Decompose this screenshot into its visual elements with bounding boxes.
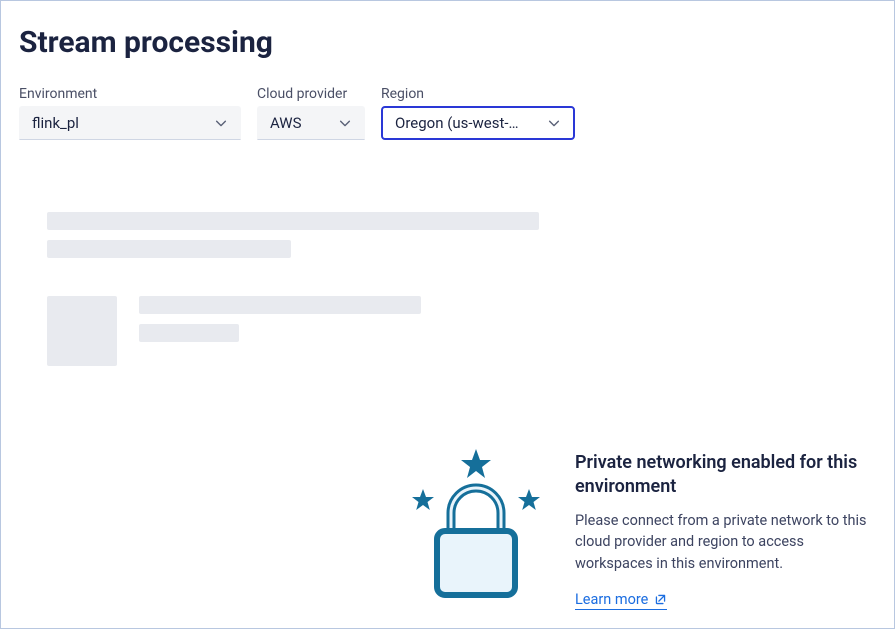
chevron-down-icon <box>547 116 561 130</box>
filter-region-label: Region <box>381 86 575 102</box>
chevron-down-icon <box>214 116 228 130</box>
learn-more-link[interactable]: Learn more <box>575 591 667 610</box>
loading-skeleton <box>1 140 894 366</box>
filter-environment: Environment flink_pl <box>19 86 241 140</box>
skeleton-col <box>139 296 421 366</box>
skeleton-row <box>47 296 894 366</box>
external-link-icon <box>654 593 667 606</box>
skeleton-line <box>139 296 421 314</box>
cloud-provider-select-value: AWS <box>270 114 302 132</box>
region-select-value: Oregon (us-west-… <box>395 114 519 132</box>
filter-region: Region Oregon (us-west-… <box>381 86 575 140</box>
region-select[interactable]: Oregon (us-west-… <box>381 106 575 140</box>
filter-cloud-label: Cloud provider <box>257 86 365 102</box>
environment-select[interactable]: flink_pl <box>19 106 241 140</box>
page-frame: Stream processing Environment flink_pl C… <box>0 0 895 629</box>
skeleton-line <box>47 212 539 230</box>
environment-select-value: flink_pl <box>32 114 79 132</box>
learn-more-label: Learn more <box>575 591 648 608</box>
chevron-down-icon <box>338 116 352 130</box>
callout-title: Private networking enabled for this envi… <box>575 451 881 500</box>
filter-bar: Environment flink_pl Cloud provider AWS … <box>1 60 894 140</box>
skeleton-line <box>47 240 291 258</box>
page-title: Stream processing <box>1 1 894 60</box>
skeleton-thumbnail <box>47 296 117 366</box>
skeleton-line <box>139 324 239 342</box>
lock-stars-illustration <box>401 445 551 605</box>
cloud-provider-select[interactable]: AWS <box>257 106 365 140</box>
filter-cloud-provider: Cloud provider AWS <box>257 86 365 140</box>
callout-body: Please connect from a private network to… <box>575 510 881 575</box>
callout-text: Private networking enabled for this envi… <box>575 445 881 610</box>
private-networking-callout: Private networking enabled for this envi… <box>401 445 881 610</box>
filter-environment-label: Environment <box>19 86 241 102</box>
